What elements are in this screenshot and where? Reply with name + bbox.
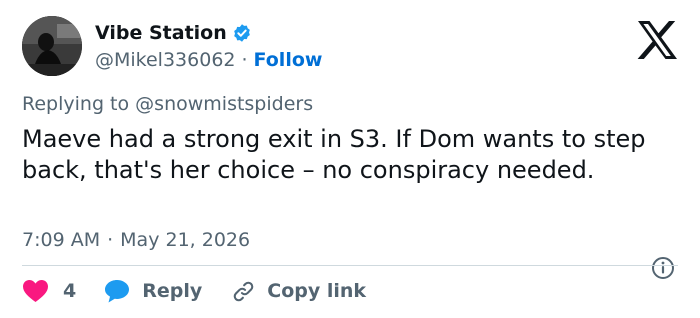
action-bar: 4 Reply Copy link xyxy=(22,276,366,306)
info-icon[interactable] xyxy=(651,256,675,280)
tweet-time: 7:09 AM xyxy=(22,229,101,251)
tweet-date: May 21, 2026 xyxy=(120,229,251,251)
x-logo-icon[interactable] xyxy=(636,20,678,60)
tweet-text: Maeve had a strong exit in S3. If Dom wa… xyxy=(22,125,646,184)
link-icon xyxy=(233,281,254,301)
timestamp-separator: · xyxy=(107,229,114,251)
heart-icon xyxy=(23,280,48,302)
divider xyxy=(22,265,678,266)
copy-link-label: Copy link xyxy=(267,280,367,302)
copy-link-button[interactable]: Copy link xyxy=(231,279,366,304)
user-handle[interactable]: @Mikel336062 xyxy=(95,49,236,71)
like-button[interactable]: 4 xyxy=(22,279,76,303)
avatar-image xyxy=(22,16,82,76)
reply-label: Reply xyxy=(142,280,203,302)
tweet-timestamp[interactable]: 7:09 AM · May 21, 2026 xyxy=(22,229,250,251)
follow-button[interactable]: Follow xyxy=(254,49,323,71)
replying-to: Replying to @snowmistspiders xyxy=(22,93,313,115)
replying-to-label: Replying to xyxy=(22,93,130,115)
handle-row: @Mikel336062 · Follow xyxy=(95,49,322,71)
tweet-card: Vibe Station @Mikel336062 · Follow Reply… xyxy=(0,0,700,318)
reply-mention-link[interactable]: @snowmistspiders xyxy=(135,93,313,115)
avatar[interactable] xyxy=(22,16,82,76)
display-name[interactable]: Vibe Station xyxy=(95,22,227,44)
name-row: Vibe Station xyxy=(95,22,252,44)
reply-bubble-icon xyxy=(105,280,130,303)
like-count: 4 xyxy=(63,280,77,302)
verified-badge-icon xyxy=(233,24,250,42)
separator-dot: · xyxy=(241,49,248,71)
reply-button[interactable]: Reply xyxy=(104,279,202,303)
